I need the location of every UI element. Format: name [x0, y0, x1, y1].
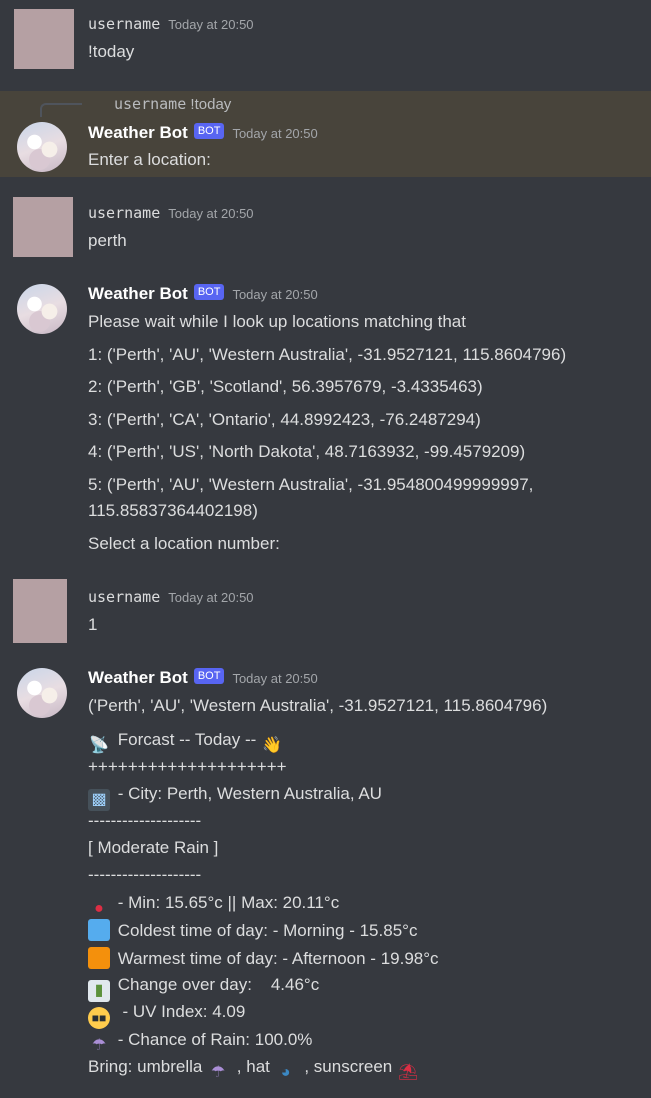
sunglasses-face-icon: ■■: [88, 1007, 110, 1029]
location-option: 4: ('Perth', 'US', 'North Dakota', 48.71…: [88, 442, 526, 461]
blue-square-icon: [88, 919, 110, 941]
timestamp[interactable]: Today at 20:50: [232, 671, 317, 686]
message-header: username Today at 20:50: [88, 204, 254, 226]
minmax-line: ● - Min: 15.65°c || Max: 20.11°c: [88, 892, 340, 917]
forecast-title: 📡 Forcast -- Today -- 👋: [88, 729, 286, 754]
separator-dash: --------------------: [88, 811, 202, 830]
bring-hat: , hat: [236, 1057, 270, 1076]
location-option: 5: ('Perth', 'AU', 'Western Australia', …: [88, 475, 534, 494]
bot-avatar[interactable]: [17, 284, 67, 334]
message-text: 1: [88, 615, 98, 634]
warmest-text: Warmest time of day: - Afternoon - 19.98…: [117, 949, 439, 968]
timestamp[interactable]: Today at 20:50: [168, 590, 253, 605]
author-name[interactable]: username: [88, 204, 160, 222]
bot-badge: BOT: [193, 284, 225, 300]
uv-line: ■■ - UV Index: 4.09: [88, 1001, 246, 1029]
location-option: 2: ('Perth', 'GB', 'Scotland', 56.395767…: [88, 377, 483, 396]
user-avatar[interactable]: [14, 9, 74, 69]
timestamp[interactable]: Today at 20:50: [168, 206, 253, 221]
author-name[interactable]: username: [88, 588, 160, 606]
bot-avatar[interactable]: [17, 122, 67, 172]
umbrella-rain-icon: ☂: [91, 1037, 107, 1054]
minmax-text: - Min: 15.65°c || Max: 20.11°c: [117, 893, 340, 912]
umbrella-rain-icon: ☂: [210, 1064, 226, 1081]
message-header: username Today at 20:50: [88, 15, 254, 37]
reply-text: !today: [190, 96, 232, 113]
beach-umbrella-icon: ⛱: [397, 1064, 419, 1081]
message-text: !today: [88, 42, 135, 61]
timestamp[interactable]: Today at 20:50: [232, 287, 317, 302]
bot-badge: BOT: [193, 123, 225, 139]
reply-author[interactable]: username: [114, 95, 186, 113]
message-text: Select a location number:: [88, 534, 280, 553]
user-avatar[interactable]: [13, 579, 67, 643]
separator-dash: --------------------: [88, 865, 202, 884]
coldest-line: Coldest time of day: - Morning - 15.85°c: [88, 919, 417, 941]
city-text: - City: Perth, Western Australia, AU: [117, 784, 382, 803]
coldest-text: Coldest time of day: - Morning - 15.85°c: [117, 921, 418, 940]
warmest-line: Warmest time of day: - Afternoon - 19.98…: [88, 947, 439, 969]
message-text: perth: [88, 231, 127, 250]
night-city-icon: ▩: [88, 789, 110, 811]
separator-plus: ++++++++++++++++++++: [88, 757, 287, 776]
reply-preview[interactable]: username !today: [114, 95, 231, 113]
author-name[interactable]: Weather Bot: [88, 123, 188, 143]
thermometer-icon: ●: [94, 900, 104, 917]
rain-line: ☂ - Chance of Rain: 100.0%: [88, 1029, 313, 1054]
uv-text: - UV Index: 4.09: [117, 1002, 246, 1021]
message-text: Please wait while I look up locations ma…: [88, 312, 466, 331]
bot-avatar[interactable]: [17, 668, 67, 718]
location-option: 3: ('Perth', 'CA', 'Ontario', 44.8992423…: [88, 410, 481, 429]
change-text: Change over day: 4.46°c: [117, 975, 320, 994]
rain-text: - Chance of Rain: 100.0%: [117, 1030, 313, 1049]
bring-prefix: Bring: umbrella: [88, 1057, 203, 1076]
orange-square-icon: [88, 947, 110, 969]
message-header: Weather Bot BOT Today at 20:50: [88, 123, 318, 145]
waving-hand-icon: 👋: [262, 737, 282, 754]
author-name[interactable]: username: [88, 15, 160, 33]
location-option-cont: 115.85837364402198): [88, 501, 258, 520]
message-header: Weather Bot BOT Today at 20:50: [88, 284, 318, 306]
location-option: 1: ('Perth', 'AU', 'Western Australia', …: [88, 345, 567, 364]
bot-badge: BOT: [193, 668, 225, 684]
satellite-dish-icon: 📡: [89, 737, 109, 754]
author-name[interactable]: Weather Bot: [88, 284, 188, 304]
cap-icon: ◕: [280, 1064, 291, 1081]
bring-sun: , sunscreen: [304, 1057, 393, 1076]
condition: [ Moderate Rain ]: [88, 838, 219, 857]
author-name[interactable]: Weather Bot: [88, 668, 188, 688]
message-header: Weather Bot BOT Today at 20:50: [88, 668, 318, 690]
timestamp[interactable]: Today at 20:50: [168, 17, 253, 32]
bar-chart-icon: ▮: [88, 980, 110, 1002]
message-header: username Today at 20:50: [88, 588, 254, 610]
timestamp[interactable]: Today at 20:50: [232, 126, 317, 141]
change-line: ▮ Change over day: 4.46°c: [88, 974, 320, 1002]
message-text: ('Perth', 'AU', 'Western Australia', -31…: [88, 696, 548, 715]
message-text: Enter a location:: [88, 150, 211, 169]
bring-line: Bring: umbrella ☂ , hat ◕ , sunscreen ⛱: [88, 1056, 422, 1081]
user-avatar[interactable]: [13, 197, 73, 257]
reply-spine: [40, 103, 82, 117]
city-line: ▩ - City: Perth, Western Australia, AU: [88, 783, 382, 811]
forecast-label: Forcast -- Today --: [117, 730, 257, 749]
